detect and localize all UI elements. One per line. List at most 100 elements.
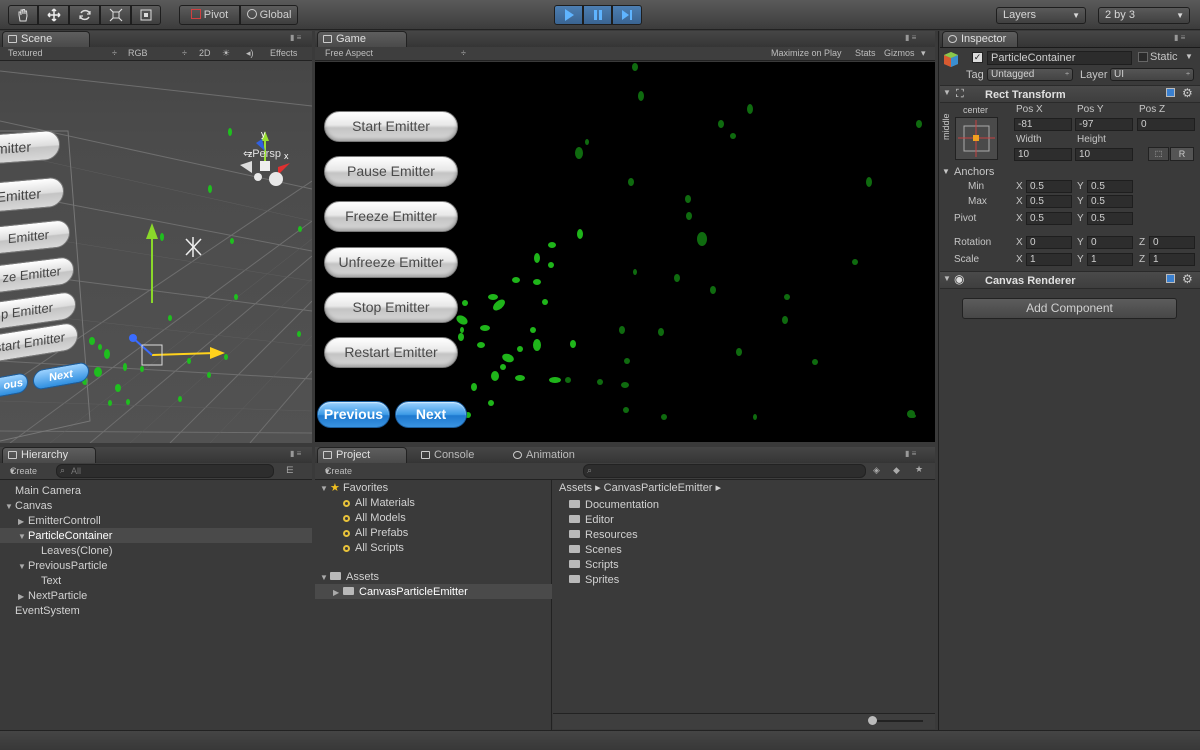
- list-item-selected[interactable]: ▶ CanvasParticleEmitter: [333, 585, 468, 600]
- gizmos-dropdown[interactable]: Gizmos: [884, 47, 915, 59]
- min-x-field[interactable]: 0.5: [1026, 180, 1072, 193]
- stats-toggle[interactable]: Stats: [855, 47, 876, 59]
- list-item[interactable]: Main Camera: [15, 484, 81, 499]
- filter-by-label-icon[interactable]: ◆: [893, 464, 900, 476]
- list-item-selected[interactable]: ▼ ParticleContainer: [18, 529, 112, 544]
- anchor-preset-button[interactable]: [955, 117, 998, 160]
- rect-transform-header[interactable]: ▼ ⛶ Rect Transform ⚙: [940, 85, 1200, 103]
- rect-tool-icon[interactable]: [131, 5, 161, 25]
- static-checkbox[interactable]: [1138, 52, 1148, 62]
- layer-dropdown[interactable]: UI ÷: [1110, 68, 1194, 81]
- rotate-tool-icon[interactable]: [69, 5, 100, 25]
- effects-dropdown[interactable]: Effects: [270, 47, 297, 59]
- breadcrumb-assets[interactable]: Assets: [559, 482, 592, 494]
- pivot-x-field[interactable]: 0.5: [1026, 212, 1072, 225]
- slider-handle[interactable]: [868, 716, 877, 725]
- lock-icon[interactable]: ▮ ≡: [290, 33, 301, 42]
- unfreeze-emitter-button[interactable]: Unfreeze Emitter: [324, 247, 458, 278]
- scale-z-field[interactable]: 1: [1149, 253, 1195, 266]
- posy-field[interactable]: -97: [1075, 118, 1133, 131]
- list-item[interactable]: Sprites: [569, 573, 619, 588]
- pivot-y-field[interactable]: 0.5: [1087, 212, 1133, 225]
- previous-button[interactable]: Previous: [317, 401, 390, 428]
- project-search-input[interactable]: ⌕: [583, 464, 866, 478]
- step-button[interactable]: [612, 5, 642, 25]
- foldout-arrow-icon[interactable]: ▼: [942, 166, 950, 178]
- start-emitter-button[interactable]: Start Emitter: [324, 111, 458, 142]
- 2d-toggle[interactable]: 2D: [199, 47, 211, 59]
- filter-icon[interactable]: ⋿: [286, 464, 294, 476]
- lock-icon[interactable]: ▮ ≡: [290, 449, 301, 458]
- list-item[interactable]: Leaves(Clone): [41, 544, 113, 559]
- gear-icon[interactable]: ⚙: [1182, 272, 1193, 286]
- filter-by-type-icon[interactable]: ◈: [873, 464, 880, 476]
- favorites-header[interactable]: ▼ ★ Favorites: [320, 481, 388, 496]
- icon-size-slider[interactable]: [871, 720, 923, 722]
- rot-x-field[interactable]: 0: [1026, 236, 1072, 249]
- max-y-field[interactable]: 0.5: [1087, 195, 1133, 208]
- tab-inspector[interactable]: Inspector: [942, 31, 1018, 47]
- tag-dropdown[interactable]: Untagged ÷: [987, 68, 1073, 81]
- active-checkbox[interactable]: ✓: [972, 52, 983, 63]
- blueprint-mode-button[interactable]: ⬚: [1148, 147, 1169, 161]
- max-x-field[interactable]: 0.5: [1026, 195, 1072, 208]
- scene-viewport[interactable]: y z x mitter Emitter Emitter ze Emitter …: [0, 61, 312, 443]
- persp-label[interactable]: ⇐Persp: [243, 147, 281, 160]
- scale-x-field[interactable]: 1: [1026, 253, 1072, 266]
- width-field[interactable]: 10: [1014, 148, 1072, 161]
- lighting-icon[interactable]: ☀: [222, 47, 230, 59]
- collapsed-arrow-icon[interactable]: ▶: [18, 514, 24, 529]
- hierarchy-search-input[interactable]: ⌕ All: [56, 464, 274, 478]
- help-icon[interactable]: [1166, 274, 1175, 283]
- restart-emitter-button[interactable]: Restart Emitter: [324, 337, 458, 368]
- render-mode-dropdown[interactable]: RGB: [128, 47, 148, 59]
- expanded-arrow-icon[interactable]: ▼: [5, 499, 13, 514]
- next-button[interactable]: Next: [395, 401, 467, 428]
- scale-tool-icon[interactable]: [100, 5, 131, 25]
- pivot-toggle[interactable]: Pivot: [179, 5, 240, 25]
- list-item[interactable]: Resources: [569, 528, 638, 543]
- collapsed-arrow-icon[interactable]: ▶: [333, 585, 339, 600]
- lock-icon[interactable]: ▮ ≡: [905, 33, 916, 42]
- list-item[interactable]: All Scripts: [343, 541, 404, 556]
- aspect-dropdown[interactable]: Free Aspect: [325, 47, 373, 59]
- list-item[interactable]: ▶ EmitterControll: [18, 514, 101, 529]
- list-item[interactable]: EventSystem: [15, 604, 80, 619]
- global-toggle[interactable]: Global: [240, 5, 298, 25]
- tab-animation[interactable]: Animation: [507, 447, 597, 463]
- tab-scene[interactable]: Scene: [2, 31, 90, 47]
- move-tool-icon[interactable]: [38, 5, 69, 25]
- layout-dropdown[interactable]: 2 by 3 ▼: [1098, 7, 1190, 24]
- lock-icon[interactable]: ▮ ≡: [905, 449, 916, 458]
- list-item[interactable]: Documentation: [569, 498, 659, 513]
- list-item[interactable]: Scripts: [569, 558, 619, 573]
- min-y-field[interactable]: 0.5: [1087, 180, 1133, 193]
- scale-y-field[interactable]: 1: [1087, 253, 1133, 266]
- favorite-star-icon[interactable]: ★: [915, 463, 923, 475]
- posx-field[interactable]: -81: [1014, 118, 1072, 131]
- hand-tool-icon[interactable]: [8, 5, 38, 25]
- list-item[interactable]: Editor: [569, 513, 614, 528]
- play-button[interactable]: [554, 5, 583, 25]
- pause-emitter-button[interactable]: Pause Emitter: [324, 156, 458, 187]
- object-name-field[interactable]: ParticleContainer: [987, 51, 1132, 65]
- list-item[interactable]: All Materials: [343, 496, 415, 511]
- rot-y-field[interactable]: 0: [1087, 236, 1133, 249]
- gear-icon[interactable]: ⚙: [1182, 86, 1193, 100]
- height-field[interactable]: 10: [1075, 148, 1133, 161]
- dropdown-arrow-icon[interactable]: ▼: [1185, 51, 1193, 63]
- help-icon[interactable]: [1166, 88, 1175, 97]
- posz-field[interactable]: 0: [1137, 118, 1195, 131]
- maximize-on-play-toggle[interactable]: Maximize on Play: [771, 47, 842, 59]
- tab-hierarchy[interactable]: Hierarchy: [2, 447, 96, 463]
- tab-game[interactable]: Game: [317, 31, 407, 47]
- list-item[interactable]: All Prefabs: [343, 526, 408, 541]
- stop-emitter-button[interactable]: Stop Emitter: [324, 292, 458, 323]
- list-item[interactable]: All Models: [343, 511, 406, 526]
- lock-icon[interactable]: ▮ ≡: [1174, 33, 1185, 42]
- expanded-arrow-icon[interactable]: ▼: [320, 481, 328, 496]
- collapsed-arrow-icon[interactable]: ▶: [18, 589, 24, 604]
- tab-console[interactable]: Console: [415, 447, 505, 463]
- add-component-button[interactable]: Add Component: [962, 298, 1177, 319]
- list-item[interactable]: ▼ PreviousParticle: [18, 559, 107, 574]
